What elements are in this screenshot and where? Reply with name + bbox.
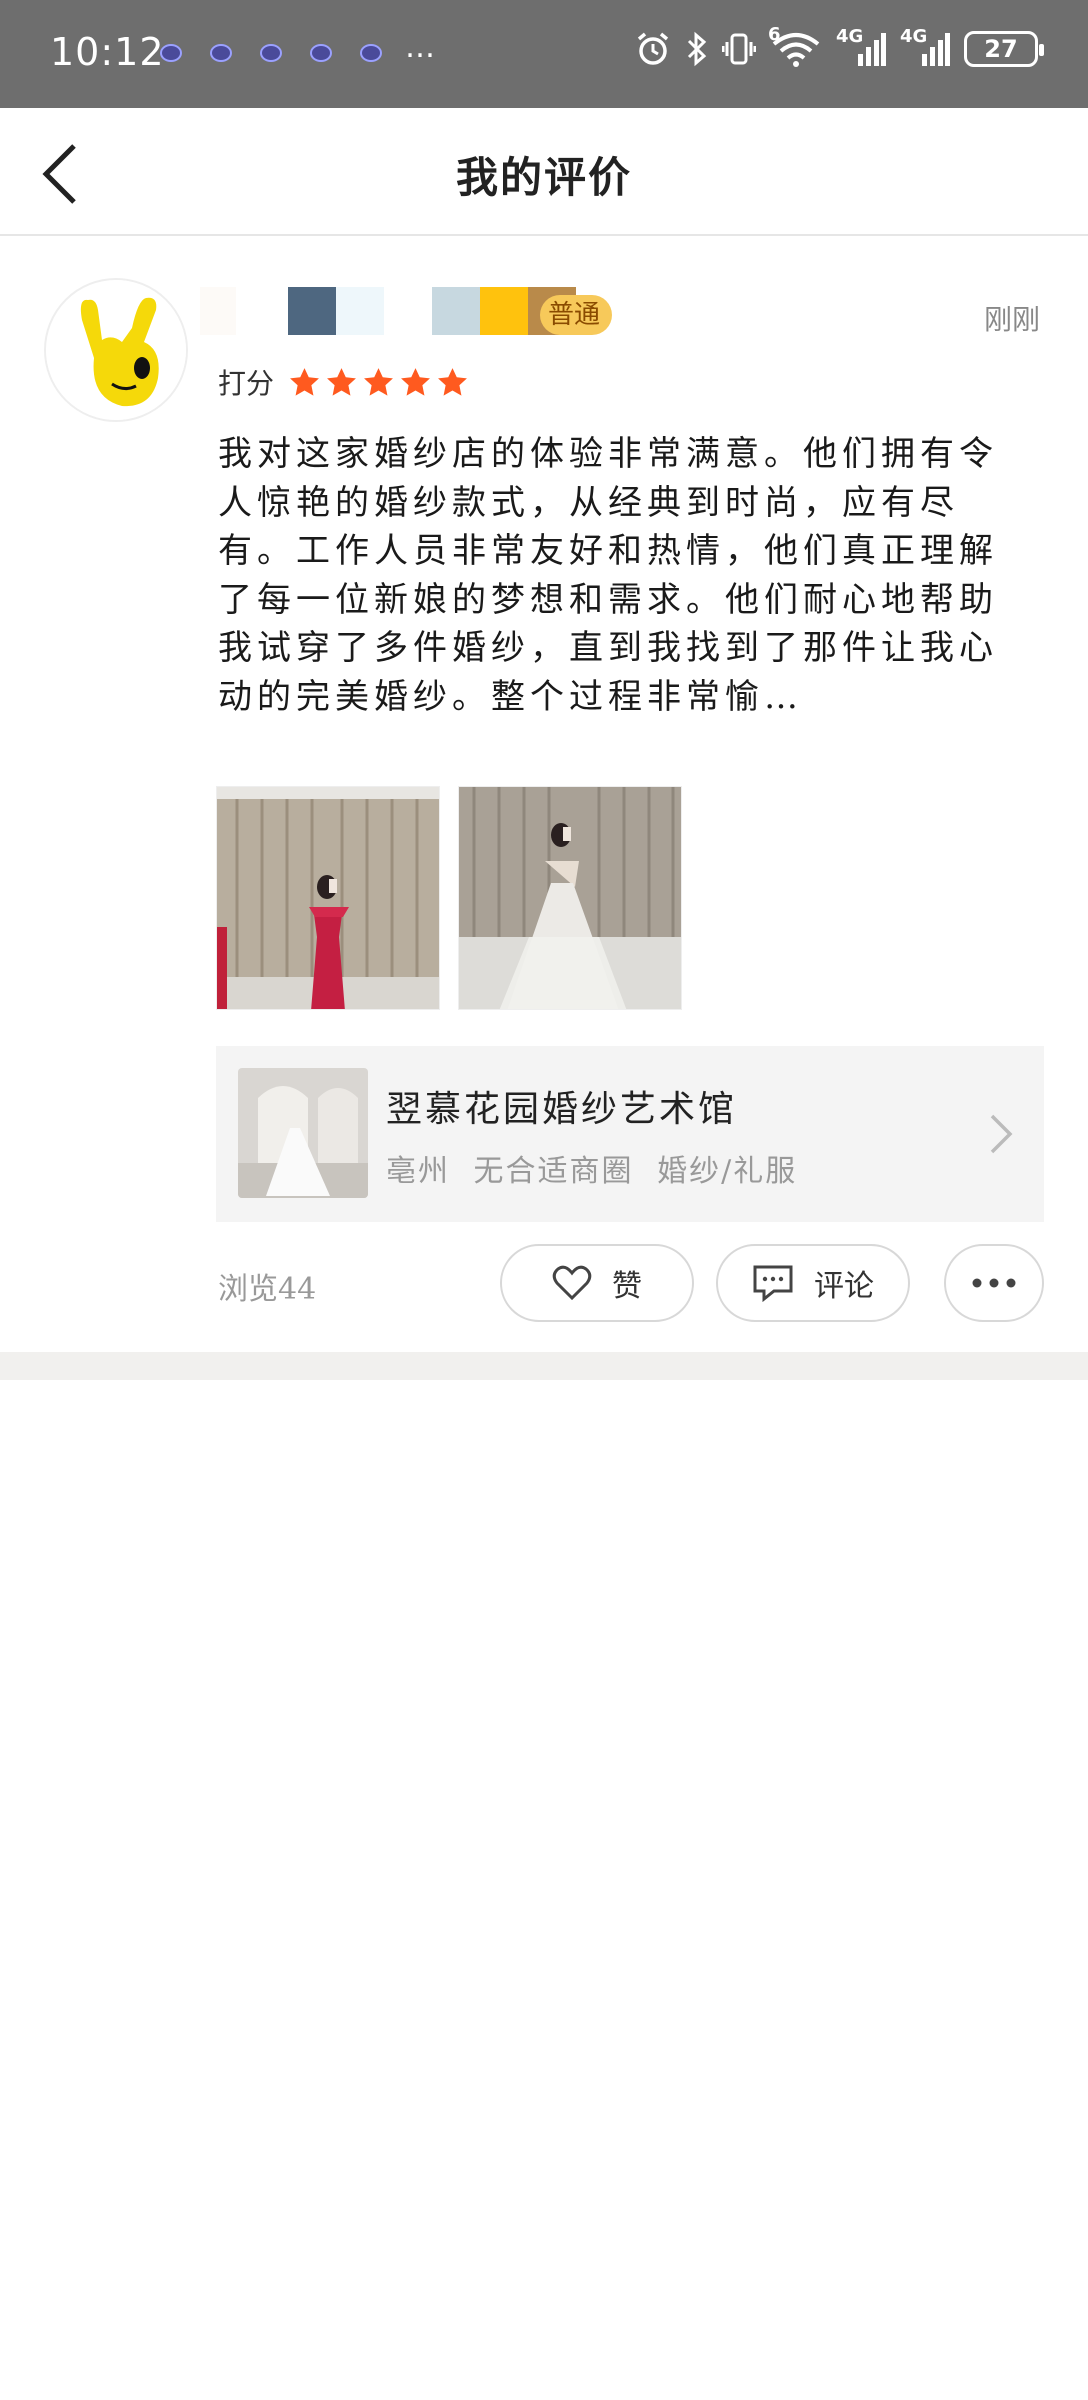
shop-meta: 亳州 无合适商圈 婚纱/礼服 <box>386 1146 797 1190</box>
star-icon <box>364 367 393 396</box>
review-time: 刚刚 <box>983 303 1040 336</box>
more-dots-icon <box>972 1278 1016 1288</box>
review-photo[interactable] <box>216 786 440 1010</box>
heart-icon <box>552 1265 592 1301</box>
avatar[interactable] <box>44 278 188 422</box>
notification-app-icon <box>160 44 182 62</box>
status-indicators: 6 4G 4G 27 <box>634 24 1044 68</box>
comment-button[interactable]: 评论 <box>716 1244 910 1322</box>
page-title: 我的评价 <box>455 153 632 202</box>
review-photos <box>216 786 682 1010</box>
star-icon <box>327 367 356 396</box>
shop-card[interactable]: 翌慕花园婚纱艺术馆 亳州 无合适商圈 婚纱/礼服 <box>216 1046 1044 1222</box>
more-options-button[interactable] <box>944 1244 1044 1322</box>
yellow-mascot-icon <box>46 280 186 420</box>
comment-label: 评论 <box>814 1269 874 1304</box>
shop-thumbnail <box>238 1068 368 1198</box>
status-time: 10:12 <box>50 30 165 74</box>
notification-app-icon <box>260 44 282 62</box>
wifi-label: 6 <box>768 24 781 45</box>
review-text[interactable]: 我对这家婚纱店的体验非常满意。他们拥有令人惊艳的婚纱款式，从经典到时尚，应有尽有… <box>218 430 1028 721</box>
shop-location: 亳州 <box>386 1154 450 1189</box>
user-level-badge: 普通 <box>540 295 613 335</box>
signal-label: 4G <box>836 26 864 47</box>
like-button[interactable]: 赞 <box>500 1244 694 1322</box>
battery-icon: 27 <box>964 31 1044 67</box>
vibrate-icon <box>722 33 756 65</box>
more-notifications-icon: … <box>405 30 435 65</box>
notification-icons <box>160 44 382 62</box>
star-rating <box>288 366 469 399</box>
navigation-header: 我的评价 <box>0 108 1088 236</box>
signal-icon: 4G <box>836 26 886 68</box>
bluetooth-icon <box>687 31 707 67</box>
status-bar: 10:12 … 6 4G 4G 27 <box>0 0 1088 108</box>
section-divider <box>0 1352 1088 1380</box>
notification-app-icon <box>210 44 232 62</box>
signal-label-2: 4G <box>900 26 928 47</box>
rating-row: 打分 <box>218 362 469 402</box>
red-dress-photo <box>217 787 439 1009</box>
signal-icon-2: 4G <box>900 26 950 68</box>
wifi-icon: 6 <box>768 24 822 68</box>
star-icon <box>401 367 430 396</box>
alarm-icon <box>637 32 669 65</box>
rating-label: 打分 <box>218 367 275 400</box>
shop-district: 无合适商圈 <box>473 1154 634 1189</box>
comment-icon <box>753 1265 793 1302</box>
review-photo[interactable] <box>458 786 682 1010</box>
shop-category: 婚纱/礼服 <box>657 1154 798 1189</box>
gown-showroom-photo <box>238 1068 368 1198</box>
shop-name: 翌慕花园婚纱艺术馆 <box>386 1089 738 1130</box>
star-icon <box>290 367 319 396</box>
view-count: 浏览44 <box>218 1272 317 1307</box>
notification-app-icon <box>360 44 382 62</box>
white-gown-photo <box>459 787 681 1009</box>
chevron-right-icon <box>990 1114 1013 1154</box>
notification-app-icon <box>310 44 332 62</box>
star-icon <box>438 367 467 396</box>
like-label: 赞 <box>612 1269 642 1304</box>
